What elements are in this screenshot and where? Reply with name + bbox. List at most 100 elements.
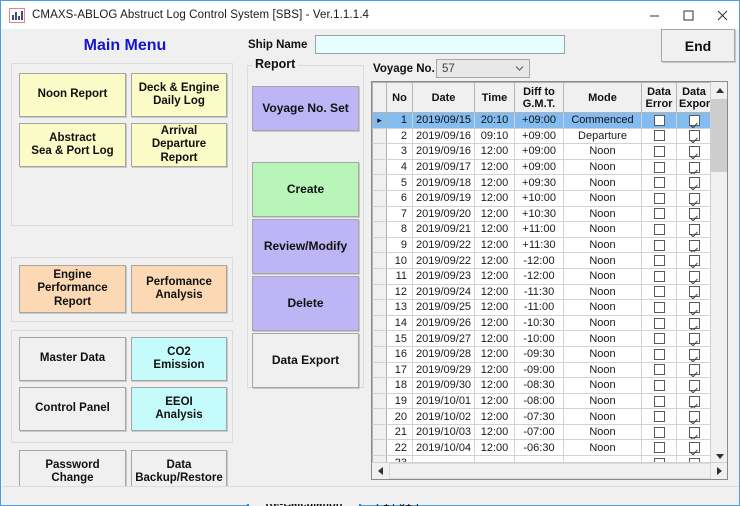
checkbox-unchecked-icon[interactable]: [653, 379, 665, 391]
cell-no[interactable]: 13: [386, 299, 413, 316]
cell-mode[interactable]: Departure: [563, 128, 642, 145]
cell-date[interactable]: 2019/09/28: [412, 346, 475, 363]
checkbox-checked-icon[interactable]: [688, 146, 700, 158]
cell-date[interactable]: 2019/09/22: [412, 252, 475, 269]
cell-diff-to-gmt[interactable]: -09:30: [514, 346, 564, 363]
checkbox-checked-icon[interactable]: [688, 192, 700, 204]
cell-no[interactable]: 21: [386, 424, 413, 441]
cell-mode[interactable]: Noon: [563, 408, 642, 425]
col-header-data-error[interactable]: Data Error: [641, 82, 677, 113]
row-selector-cell[interactable]: [372, 408, 387, 425]
cell-mode[interactable]: Noon: [563, 346, 642, 363]
row-selector-cell[interactable]: [372, 362, 387, 379]
cell-data-export[interactable]: [676, 346, 712, 363]
checkbox-unchecked-icon[interactable]: [653, 348, 665, 360]
col-header-diff-to-gmt[interactable]: Diff to G.M.T.: [514, 82, 564, 113]
cell-mode[interactable]: Noon: [563, 393, 642, 410]
row-selector-cell[interactable]: [372, 221, 387, 238]
cell-data-export[interactable]: [676, 268, 712, 285]
cell-date[interactable]: 2019/10/04: [412, 439, 475, 457]
close-icon[interactable]: [705, 1, 739, 29]
hscroll-thumb[interactable]: [389, 463, 711, 479]
cell-data-export[interactable]: [676, 330, 712, 347]
cell-data-error[interactable]: [641, 346, 677, 363]
checkbox-checked-icon[interactable]: [688, 364, 700, 376]
cell-data-error[interactable]: [641, 268, 677, 285]
row-selector-cell[interactable]: [372, 190, 387, 207]
cell-time[interactable]: 12:00: [474, 143, 515, 160]
checkbox-unchecked-icon[interactable]: [653, 302, 665, 314]
col-header-mode[interactable]: Mode: [563, 82, 642, 113]
cell-data-error[interactable]: [641, 330, 677, 347]
cell-mode[interactable]: Noon: [563, 237, 642, 254]
cell-no[interactable]: 1: [386, 112, 413, 129]
cell-mode[interactable]: Noon: [563, 439, 642, 457]
cell-no[interactable]: 15: [386, 330, 413, 347]
table-row[interactable]: 19 2019/10/01 12:00 -08:00 Noon: [372, 393, 712, 410]
cell-no[interactable]: 6: [386, 190, 413, 207]
checkbox-checked-icon[interactable]: [688, 286, 700, 298]
table-row[interactable]: 15 2019/09/27 12:00 -10:00 Noon: [372, 330, 712, 347]
checkbox-checked-icon[interactable]: [688, 302, 700, 314]
cell-data-error[interactable]: [641, 377, 677, 394]
checkbox-checked-icon[interactable]: [688, 317, 700, 329]
cell-data-error[interactable]: [641, 252, 677, 269]
noon-report-button[interactable]: Noon Report: [19, 73, 126, 117]
checkbox-checked-icon[interactable]: [688, 130, 700, 142]
table-row[interactable]: 4 2019/09/17 12:00 +09:00 Noon: [372, 159, 712, 176]
cell-data-error[interactable]: [641, 237, 677, 254]
checkbox-checked-icon[interactable]: [688, 161, 700, 173]
cell-time[interactable]: 12:00: [474, 268, 515, 285]
checkbox-unchecked-icon[interactable]: [653, 192, 665, 204]
cell-diff-to-gmt[interactable]: -07:30: [514, 408, 564, 425]
checkbox-unchecked-icon[interactable]: [653, 224, 665, 236]
cell-diff-to-gmt[interactable]: +09:30: [514, 174, 564, 191]
engine-performance-report-button[interactable]: Engine Performance Report: [19, 265, 126, 313]
table-row[interactable]: 21 2019/10/03 12:00 -07:00 Noon: [372, 424, 712, 441]
cell-no[interactable]: 19: [386, 393, 413, 410]
checkbox-unchecked-icon[interactable]: [653, 114, 665, 126]
minimize-icon[interactable]: [637, 1, 671, 29]
cell-mode[interactable]: Commenced: [563, 112, 642, 129]
cell-no[interactable]: 3: [386, 143, 413, 160]
cell-mode[interactable]: Noon: [563, 159, 642, 176]
cell-no[interactable]: 22: [386, 439, 413, 457]
table-row[interactable]: 10 2019/09/22 12:00 -12:00 Noon: [372, 252, 712, 269]
checkbox-unchecked-icon[interactable]: [653, 426, 665, 438]
cell-date[interactable]: 2019/09/23: [412, 268, 475, 285]
cell-data-error[interactable]: [641, 112, 677, 129]
end-button[interactable]: End: [661, 29, 735, 62]
cell-no[interactable]: 9: [386, 237, 413, 254]
cell-diff-to-gmt[interactable]: +11:30: [514, 237, 564, 254]
table-row[interactable]: 7 2019/09/20 12:00 +10:30 Noon: [372, 206, 712, 223]
row-selector-cell[interactable]: [372, 268, 387, 285]
grid-horizontal-scrollbar[interactable]: [372, 462, 727, 479]
cell-mode[interactable]: Noon: [563, 315, 642, 332]
col-header-date[interactable]: Date: [412, 82, 475, 113]
cell-data-export[interactable]: [676, 299, 712, 316]
row-selector-cell[interactable]: [372, 174, 387, 191]
checkbox-checked-icon[interactable]: [688, 270, 700, 282]
cell-mode[interactable]: Noon: [563, 299, 642, 316]
cell-time[interactable]: 12:00: [474, 330, 515, 347]
cell-date[interactable]: 2019/09/27: [412, 330, 475, 347]
cell-no[interactable]: 14: [386, 315, 413, 332]
create-button[interactable]: Create: [252, 162, 359, 217]
cell-date[interactable]: 2019/09/29: [412, 362, 475, 379]
table-row[interactable]: 16 2019/09/28 12:00 -09:30 Noon: [372, 346, 712, 363]
cell-date[interactable]: 2019/09/16: [412, 143, 475, 160]
voyage-no-set-button[interactable]: Voyage No. Set: [252, 86, 359, 131]
cell-data-error[interactable]: [641, 362, 677, 379]
eeoi-analysis-button[interactable]: EEOI Analysis: [131, 387, 227, 431]
cell-data-error[interactable]: [641, 190, 677, 207]
cell-data-export[interactable]: [676, 237, 712, 254]
checkbox-unchecked-icon[interactable]: [653, 255, 665, 267]
checkbox-checked-icon[interactable]: [688, 442, 700, 454]
cell-mode[interactable]: Noon: [563, 284, 642, 301]
scroll-up-icon[interactable]: [711, 82, 727, 99]
row-selector-cell[interactable]: [372, 346, 387, 363]
checkbox-unchecked-icon[interactable]: [653, 177, 665, 189]
arrival-departure-report-button[interactable]: Arrival Departure Report: [131, 123, 227, 167]
cell-date[interactable]: 2019/09/16: [412, 128, 475, 145]
cell-date[interactable]: 2019/09/19: [412, 190, 475, 207]
